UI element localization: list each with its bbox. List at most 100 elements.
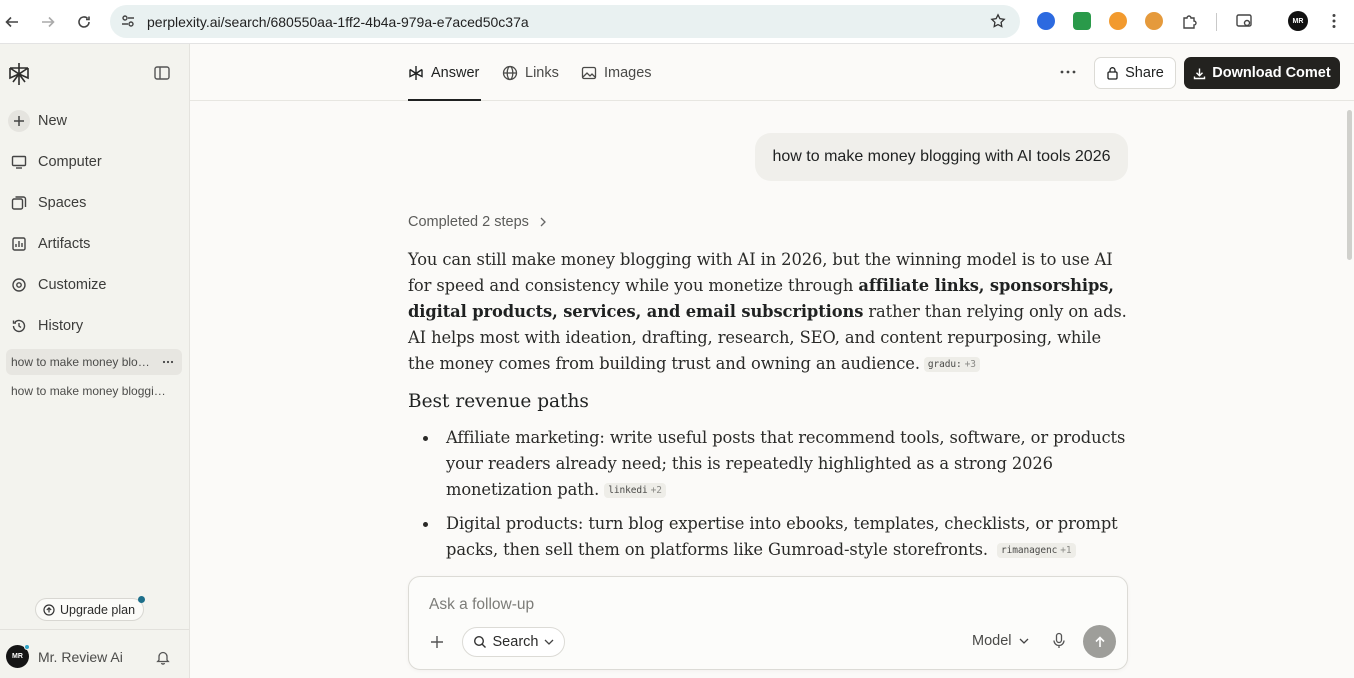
browser-toolbar: perplexity.ai/search/680550aa-1ff2-4b4a-…	[0, 0, 1354, 44]
sidebar-item-computer[interactable]: Computer	[8, 147, 182, 177]
history-icon	[8, 315, 30, 337]
sidebar-item-artifacts[interactable]: Artifacts	[8, 229, 182, 259]
browser-menu-icon[interactable]	[1325, 12, 1343, 30]
tab-label: Images	[604, 64, 652, 81]
steps-label: Completed 2 steps	[408, 214, 529, 230]
completed-steps-toggle[interactable]: Completed 2 steps	[408, 214, 547, 230]
address-bar[interactable]: perplexity.ai/search/680550aa-1ff2-4b4a-…	[110, 5, 1020, 38]
upgrade-label: Upgrade plan	[60, 602, 136, 617]
computer-icon	[8, 151, 30, 173]
answer-icon	[408, 65, 424, 81]
globe-icon	[502, 65, 518, 81]
bookmark-star-icon[interactable]	[990, 13, 1006, 29]
customize-icon	[8, 274, 30, 296]
user-query-bubble: how to make money blogging with AI tools…	[755, 133, 1128, 181]
toolbar-divider	[1216, 13, 1217, 31]
download-label: Download Comet	[1212, 65, 1331, 81]
user-profile[interactable]: MR Mr. Review Ai	[6, 644, 123, 668]
tab-label: Links	[525, 64, 559, 81]
citation-count: +1	[1060, 545, 1072, 556]
microphone-icon[interactable]	[1052, 632, 1066, 650]
citation-chip[interactable]: rimanagenc +1	[997, 543, 1076, 558]
model-selector[interactable]: Model	[972, 633, 1029, 649]
sidebar-item-new[interactable]: New	[8, 106, 182, 136]
thread-item[interactable]: how to make money blogging	[6, 349, 182, 375]
back-arrow-icon[interactable]	[0, 10, 24, 34]
download-icon	[1193, 67, 1206, 80]
more-options-icon[interactable]	[1058, 62, 1078, 82]
sidebar-item-label: History	[38, 318, 84, 334]
tab-label: Answer	[431, 64, 480, 81]
list-item: Digital products: turn blog expertise in…	[408, 511, 1128, 563]
extension-3-icon[interactable]	[1109, 12, 1127, 30]
citation-source: linkedi	[608, 485, 648, 496]
tab-answer[interactable]: Answer	[408, 44, 481, 101]
search-mode-label: Search	[492, 634, 539, 650]
bell-icon[interactable]	[156, 650, 170, 665]
thread-header: Answer Links Images Share Download Comet	[190, 44, 1354, 101]
artifacts-icon	[8, 233, 30, 255]
upgrade-plan-button[interactable]: Upgrade plan	[35, 596, 146, 621]
section-heading: Best revenue paths	[408, 391, 589, 412]
thread-label: how to make money blogging	[11, 355, 151, 369]
sidebar-item-label: Computer	[38, 154, 102, 170]
citation-count: +3	[964, 359, 976, 370]
arrow-up-icon	[1093, 635, 1107, 649]
search-icon	[473, 635, 487, 649]
send-button[interactable]	[1083, 625, 1116, 658]
thread-label: how to make money blogging with AI tools…	[11, 384, 171, 398]
image-icon	[581, 65, 597, 81]
sidebar-item-label: Artifacts	[38, 236, 91, 252]
sidebar-divider	[0, 629, 189, 630]
citation-source: gradu:	[927, 359, 962, 370]
avatar-initials: MR	[12, 653, 23, 660]
perplexity-logo-icon[interactable]	[8, 62, 30, 86]
answer-paragraph: You can still make money blogging with A…	[408, 247, 1128, 377]
attach-plus-icon[interactable]	[428, 633, 446, 651]
citation-source: rimanagenc	[1001, 545, 1058, 556]
citation-count: +2	[650, 485, 662, 496]
sidebar-item-label: Spaces	[38, 195, 87, 211]
share-button[interactable]: Share	[1094, 57, 1176, 89]
model-label: Model	[972, 633, 1012, 649]
search-mode-button[interactable]: Search	[462, 627, 565, 657]
tab-search-icon[interactable]	[1235, 12, 1253, 30]
sidebar-item-history[interactable]: History	[8, 311, 182, 341]
chevron-right-icon	[539, 217, 547, 227]
thread-item[interactable]: how to make money blogging with AI tools…	[6, 378, 182, 404]
site-settings-icon[interactable]	[120, 13, 136, 29]
share-label: Share	[1125, 65, 1164, 81]
scrollbar-thumb[interactable]	[1347, 110, 1352, 260]
citation-chip[interactable]: linkedi +2	[604, 483, 666, 498]
followup-input[interactable]: Ask a follow-up	[429, 596, 534, 614]
profile-avatar[interactable]: MR	[1288, 11, 1308, 31]
extension-1-icon[interactable]	[1037, 12, 1055, 30]
avatar: MR	[6, 644, 30, 668]
tab-links[interactable]: Links	[502, 44, 559, 101]
sidebar-toggle-icon[interactable]	[154, 66, 170, 80]
sidebar-item-label: New	[38, 113, 68, 129]
download-comet-button[interactable]: Download Comet	[1184, 57, 1340, 89]
sidebar-item-spaces[interactable]: Spaces	[8, 188, 182, 218]
reload-icon[interactable]	[72, 10, 96, 34]
followup-box: Ask a follow-up Search Model	[408, 576, 1128, 670]
extension-2-icon[interactable]	[1073, 12, 1091, 30]
tab-images[interactable]: Images	[581, 44, 652, 101]
citation-chip[interactable]: gradu: +3	[923, 357, 980, 372]
extensions-puzzle-icon[interactable]	[1181, 12, 1199, 30]
list-item-text: Affiliate marketing: write useful posts …	[446, 428, 1126, 499]
sidebar-item-label: Customize	[38, 277, 107, 293]
forward-arrow-icon[interactable]	[36, 10, 60, 34]
plus-icon	[8, 110, 30, 132]
extension-4-icon[interactable]	[1145, 12, 1163, 30]
chevron-down-icon	[544, 639, 554, 645]
chevron-down-icon	[1019, 638, 1029, 644]
presence-dot	[24, 644, 30, 650]
notification-dot	[138, 596, 146, 603]
thread-options-icon[interactable]	[162, 356, 174, 368]
lock-icon	[1106, 66, 1119, 80]
url-text[interactable]: perplexity.ai/search/680550aa-1ff2-4b4a-…	[147, 14, 529, 30]
upgrade-arrow-icon	[43, 603, 55, 616]
sidebar-item-customize[interactable]: Customize	[8, 270, 182, 300]
user-name: Mr. Review Ai	[38, 648, 123, 665]
